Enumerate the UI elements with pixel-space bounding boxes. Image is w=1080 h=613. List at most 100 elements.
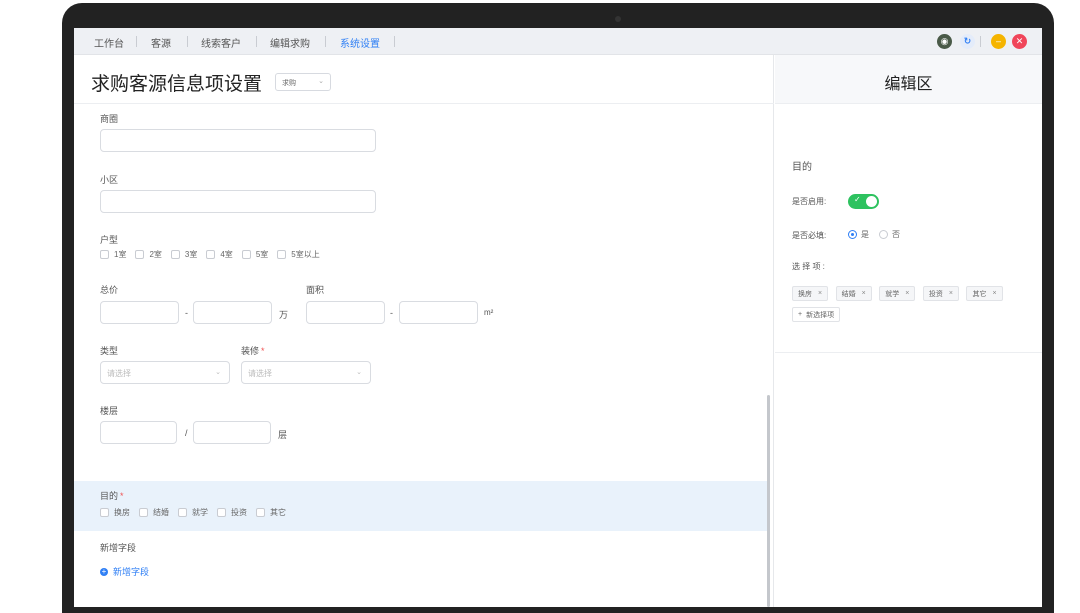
required-yes-radio[interactable]: 是 bbox=[848, 229, 869, 240]
checkbox[interactable] bbox=[135, 250, 145, 259]
total-floor-input[interactable] bbox=[193, 421, 271, 444]
purpose-options: 换房 结婚 就学 投资 其它 bbox=[100, 507, 295, 518]
checkbox[interactable] bbox=[206, 250, 216, 259]
nav-separator bbox=[136, 36, 137, 47]
layout-option[interactable]: 5室以上 bbox=[277, 249, 320, 260]
choice-tag: 结婚 × bbox=[835, 286, 872, 301]
checkbox[interactable] bbox=[277, 250, 287, 259]
choice-tag: 就学 × bbox=[879, 286, 916, 301]
range-separator: - bbox=[185, 308, 188, 318]
checkbox[interactable] bbox=[241, 250, 251, 259]
checkbox[interactable] bbox=[139, 508, 148, 517]
decoration-select-field[interactable]: 请选择 ⌄ bbox=[241, 361, 371, 384]
field-label-purpose: 目的 * bbox=[100, 491, 124, 501]
field-label-decoration: 装修 * bbox=[241, 346, 265, 356]
range-separator: - bbox=[390, 308, 393, 318]
add-choice-button[interactable]: + 新选择项 bbox=[792, 307, 841, 322]
close-icon[interactable]: × bbox=[862, 290, 866, 297]
layout-option[interactable]: 2室 bbox=[135, 249, 162, 260]
pane-header: 求购客源信息项设置 求购 ⌄ bbox=[74, 55, 774, 104]
close-icon[interactable]: × bbox=[992, 290, 996, 297]
choice-tag: 其它 × bbox=[966, 286, 1003, 301]
app-screen: 工作台 客源 线索客户 编辑求购 系统设置 ◉ ↻ – ✕ 求购客源信息项设置 … bbox=[74, 28, 1042, 607]
radio-dot[interactable] bbox=[879, 230, 888, 239]
area-min-input[interactable] bbox=[306, 301, 385, 324]
enabled-label: 是否启用: bbox=[792, 197, 827, 206]
top-nav: 工作台 客源 线索客户 编辑求购 系统设置 ◉ ↻ – ✕ bbox=[74, 28, 1042, 55]
type-select-value: 求购 bbox=[282, 80, 296, 87]
control-separator bbox=[980, 36, 981, 47]
close-icon[interactable]: × bbox=[949, 290, 953, 297]
scrollbar[interactable] bbox=[767, 395, 770, 607]
nav-separator bbox=[256, 36, 257, 47]
layout-option[interactable]: 3室 bbox=[170, 249, 197, 260]
nav-separator bbox=[325, 36, 326, 47]
floor-unit: 层 bbox=[278, 430, 288, 440]
tab-leads[interactable]: 线索客户 bbox=[201, 35, 241, 50]
enabled-toggle[interactable]: ✓ bbox=[848, 194, 879, 209]
field-label-layout: 户型 bbox=[100, 235, 119, 245]
type-select-field[interactable]: 请选择 ⌄ bbox=[100, 361, 230, 384]
checkbox[interactable] bbox=[170, 250, 180, 259]
edit-field-name: 目的 bbox=[792, 162, 812, 173]
checkbox[interactable] bbox=[256, 508, 265, 517]
required-radio-group: 是 否 bbox=[848, 229, 910, 240]
purpose-option[interactable]: 换房 bbox=[100, 507, 130, 518]
avatar-icon[interactable]: ◉ bbox=[937, 34, 952, 49]
checkbox[interactable] bbox=[178, 508, 187, 517]
tab-customers[interactable]: 客源 bbox=[151, 35, 171, 50]
decoration-placeholder: 请选择 bbox=[248, 369, 272, 378]
type-select[interactable]: 求购 ⌄ bbox=[275, 73, 331, 91]
plus-circle-icon: + bbox=[100, 566, 108, 576]
close-icon[interactable]: × bbox=[905, 290, 909, 297]
total-price-max-input[interactable] bbox=[193, 301, 272, 324]
required-mark: * bbox=[120, 491, 124, 501]
selected-field-row[interactable] bbox=[74, 481, 770, 531]
chevron-down-icon: ⌄ bbox=[318, 78, 324, 85]
nav-separator bbox=[187, 36, 188, 47]
type-placeholder: 请选择 bbox=[107, 369, 131, 378]
floor-separator: / bbox=[185, 428, 188, 438]
purpose-option[interactable]: 投资 bbox=[217, 507, 247, 518]
add-field-button[interactable]: + 新增字段 bbox=[100, 565, 149, 578]
nav-separator bbox=[394, 36, 395, 47]
close-icon[interactable]: × bbox=[818, 290, 822, 297]
refresh-icon[interactable]: ↻ bbox=[960, 34, 975, 49]
area-unit: m² bbox=[484, 308, 494, 317]
community-input[interactable] bbox=[100, 190, 376, 213]
business-area-input[interactable] bbox=[100, 129, 376, 152]
tab-edit-purchase[interactable]: 编辑求购 bbox=[270, 35, 310, 50]
purpose-option[interactable]: 其它 bbox=[256, 507, 286, 518]
chevron-down-icon: ⌄ bbox=[215, 369, 221, 376]
purpose-option[interactable]: 就学 bbox=[178, 507, 208, 518]
new-field-section-label: 新增字段 bbox=[100, 543, 137, 553]
checkbox[interactable] bbox=[100, 250, 109, 259]
minimize-icon[interactable]: – bbox=[991, 34, 1006, 49]
tab-system-settings[interactable]: 系统设置 bbox=[340, 35, 380, 50]
purpose-option[interactable]: 结婚 bbox=[139, 507, 169, 518]
price-unit: 万 bbox=[279, 310, 289, 320]
field-label-type: 类型 bbox=[100, 346, 119, 356]
required-label: 是否必填: bbox=[792, 231, 827, 240]
form-config-pane: 求购客源信息项设置 求购 ⌄ 商圈 小区 户型 1室 2室 3室 4室 5室 5… bbox=[74, 55, 774, 607]
required-mark: * bbox=[261, 346, 265, 356]
checkbox[interactable] bbox=[100, 508, 109, 517]
total-price-min-input[interactable] bbox=[100, 301, 179, 324]
edit-pane-title: 编辑区 bbox=[884, 76, 933, 93]
checkbox[interactable] bbox=[217, 508, 226, 517]
choice-tag: 投资 × bbox=[922, 286, 959, 301]
floor-input[interactable] bbox=[100, 421, 177, 444]
choice-tags: 换房 × 结婚 × 就学 × 投资 × 其它 × + 新选择项 bbox=[792, 286, 1032, 328]
layout-option[interactable]: 5室 bbox=[241, 249, 268, 260]
required-no-radio[interactable]: 否 bbox=[879, 229, 900, 240]
close-icon[interactable]: ✕ bbox=[1012, 34, 1027, 49]
layout-option[interactable]: 4室 bbox=[206, 249, 233, 260]
area-max-input[interactable] bbox=[399, 301, 478, 324]
edit-pane: 编辑区 目的 是否启用: ✓ 是否必填: 是 否 选 择 项 : 换房 × 结婚 ×… bbox=[775, 55, 1042, 607]
tab-workbench[interactable]: 工作台 bbox=[94, 35, 124, 50]
choices-label: 选 择 项 : bbox=[792, 262, 825, 271]
choice-tag: 换房 × bbox=[792, 286, 829, 301]
field-label-business-area: 商圈 bbox=[100, 114, 119, 124]
layout-option[interactable]: 1室 bbox=[100, 249, 126, 260]
radio-dot[interactable] bbox=[848, 230, 857, 239]
